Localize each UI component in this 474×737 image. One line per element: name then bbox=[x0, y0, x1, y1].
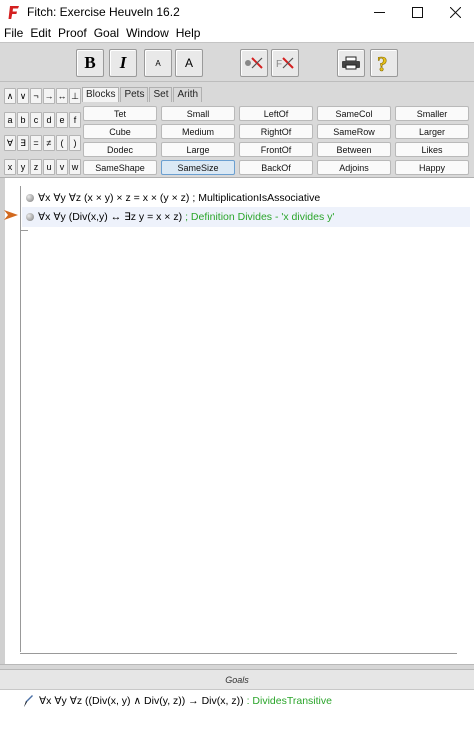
tab-arith[interactable]: Arith bbox=[173, 87, 203, 102]
check-step-icon bbox=[245, 57, 263, 69]
tab-set[interactable]: Set bbox=[149, 87, 173, 102]
print-button[interactable] bbox=[337, 49, 365, 77]
symbol-v[interactable]: v bbox=[56, 159, 68, 175]
symbol-lparen[interactable]: ( bbox=[56, 135, 68, 151]
premise-fitch-bar bbox=[20, 230, 28, 231]
step-sentence: ∀x ∀y ∀z (x × y) × z = x × (y × z) bbox=[38, 192, 190, 204]
check-proof-icon: F bbox=[276, 57, 294, 70]
predicate-likes[interactable]: Likes bbox=[395, 142, 469, 157]
menu-file[interactable]: File bbox=[4, 26, 23, 40]
svg-text:F: F bbox=[276, 59, 282, 70]
symbol-d[interactable]: d bbox=[43, 112, 55, 128]
symbol-y[interactable]: y bbox=[17, 159, 29, 175]
predicate-smaller[interactable]: Smaller bbox=[395, 106, 469, 121]
goal-pen-icon bbox=[24, 695, 33, 707]
proof-step-focused[interactable]: ∀x ∀y (Div(x,y) ↔ ∃z y = x × z) ; Defini… bbox=[22, 207, 470, 227]
predicate-tet[interactable]: Tet bbox=[83, 106, 157, 121]
verify-proof-button[interactable]: F bbox=[271, 49, 299, 77]
focus-pointer-icon bbox=[4, 210, 18, 220]
proof-step[interactable]: ∀x ∀y ∀z (x × y) × z = x × (y × z) ; Mul… bbox=[22, 188, 470, 208]
goals-header: Goals bbox=[0, 670, 474, 690]
proof-gutter bbox=[0, 178, 5, 664]
goal-item[interactable]: ∀x ∀y ∀z ((Div(x, y) ∧ Div(y, z)) → Div(… bbox=[22, 692, 332, 710]
smaller-font-button[interactable]: A bbox=[144, 49, 172, 77]
tab-blocks[interactable]: Blocks bbox=[82, 87, 120, 102]
predicate-tabs: Blocks Pets Set Arith bbox=[82, 87, 203, 102]
predicate-cube[interactable]: Cube bbox=[83, 124, 157, 139]
predicate-large[interactable]: Large bbox=[161, 142, 235, 157]
predicate-adjoins[interactable]: Adjoins bbox=[317, 160, 391, 175]
larger-font-button[interactable]: A bbox=[175, 49, 203, 77]
symbol-or[interactable]: ∨ bbox=[17, 88, 29, 104]
proof-scope-line bbox=[20, 186, 21, 652]
bold-button[interactable]: B bbox=[76, 49, 104, 77]
svg-text:?: ? bbox=[377, 52, 388, 74]
symbol-u[interactable]: u bbox=[43, 159, 55, 175]
italic-button[interactable]: I bbox=[109, 49, 137, 77]
menu-edit[interactable]: Edit bbox=[30, 26, 51, 40]
symbol-palette: ∧ ∨ ¬ → ↔ ⊥ a b c d e f ∀ ∃ = ≠ ( ) x y … bbox=[0, 82, 474, 178]
verify-step-button[interactable] bbox=[240, 49, 268, 77]
symbol-equals[interactable]: = bbox=[30, 135, 42, 151]
predicate-backof[interactable]: BackOf bbox=[239, 160, 313, 175]
symbol-iff[interactable]: ↔ bbox=[56, 88, 68, 104]
menu-goal[interactable]: Goal bbox=[94, 26, 119, 40]
step-status-icon bbox=[26, 213, 34, 221]
close-button[interactable] bbox=[436, 0, 474, 24]
predicate-dodec[interactable]: Dodec bbox=[83, 142, 157, 157]
symbol-exists[interactable]: ∃ bbox=[17, 135, 29, 151]
step-rule[interactable]: ; MultiplicationIsAssociative bbox=[192, 192, 320, 204]
proof-end-line bbox=[20, 653, 457, 654]
window-controls bbox=[360, 0, 474, 24]
symbol-rparen[interactable]: ) bbox=[69, 135, 81, 151]
predicate-between[interactable]: Between bbox=[317, 142, 391, 157]
step-rule[interactable]: ; Definition Divides - 'x divides y' bbox=[185, 211, 334, 223]
window-title: Fitch: Exercise Heuveln 16.2 bbox=[27, 5, 180, 19]
menu-bar: File Edit Proof Goal Window Help bbox=[0, 24, 474, 42]
predicate-sameshape[interactable]: SameShape bbox=[83, 160, 157, 175]
help-button[interactable]: ? bbox=[370, 49, 398, 77]
symbol-b[interactable]: b bbox=[17, 112, 29, 128]
goals-panel: Goals ∀x ∀y ∀z ((Div(x, y) ∧ Div(y, z)) … bbox=[0, 670, 474, 737]
maximize-button[interactable] bbox=[398, 0, 436, 24]
minimize-button[interactable] bbox=[360, 0, 398, 24]
symbol-x[interactable]: x bbox=[4, 159, 16, 175]
goal-label: : DividesTransitive bbox=[246, 695, 332, 707]
question-mark-icon: ? bbox=[377, 52, 388, 74]
predicate-frontof[interactable]: FrontOf bbox=[239, 142, 313, 157]
symbol-not[interactable]: ¬ bbox=[30, 88, 42, 104]
predicate-rightof[interactable]: RightOf bbox=[239, 124, 313, 139]
predicate-small[interactable]: Small bbox=[161, 106, 235, 121]
symbol-c[interactable]: c bbox=[30, 112, 42, 128]
predicate-medium[interactable]: Medium bbox=[161, 124, 235, 139]
symbol-forall[interactable]: ∀ bbox=[4, 135, 16, 151]
symbol-f[interactable]: f bbox=[69, 112, 81, 128]
step-status-icon bbox=[26, 194, 34, 202]
predicate-happy[interactable]: Happy bbox=[395, 160, 469, 175]
predicate-larger[interactable]: Larger bbox=[395, 124, 469, 139]
printer-icon bbox=[342, 56, 360, 70]
predicate-samerow[interactable]: SameRow bbox=[317, 124, 391, 139]
predicate-leftof[interactable]: LeftOf bbox=[239, 106, 313, 121]
tab-pets[interactable]: Pets bbox=[120, 87, 149, 102]
predicate-samesize[interactable]: SameSize bbox=[161, 160, 235, 175]
menu-help[interactable]: Help bbox=[176, 26, 201, 40]
symbol-and[interactable]: ∧ bbox=[4, 88, 16, 104]
symbol-w[interactable]: w bbox=[69, 159, 81, 175]
symbol-e[interactable]: e bbox=[56, 112, 68, 128]
proof-area[interactable]: ∀x ∀y ∀z (x × y) × z = x × (y × z) ; Mul… bbox=[0, 178, 474, 664]
symbol-implies[interactable]: → bbox=[43, 88, 55, 104]
title-bar: Fitch: Exercise Heuveln 16.2 bbox=[0, 0, 474, 24]
menu-window[interactable]: Window bbox=[126, 26, 169, 40]
symbol-z[interactable]: z bbox=[30, 159, 42, 175]
goal-sentence: ∀x ∀y ∀z ((Div(x, y) ∧ Div(y, z)) → Div(… bbox=[39, 695, 244, 707]
menu-proof[interactable]: Proof bbox=[58, 26, 87, 40]
symbol-a[interactable]: a bbox=[4, 112, 16, 128]
step-sentence: ∀x ∀y (Div(x,y) ↔ ∃z y = x × z) bbox=[38, 211, 183, 223]
fitch-app-icon bbox=[7, 4, 21, 20]
predicate-samecol[interactable]: SameCol bbox=[317, 106, 391, 121]
toolbar: B I A A F ? bbox=[0, 42, 474, 82]
symbol-bottom[interactable]: ⊥ bbox=[69, 88, 81, 104]
symbol-not-equals[interactable]: ≠ bbox=[43, 135, 55, 151]
